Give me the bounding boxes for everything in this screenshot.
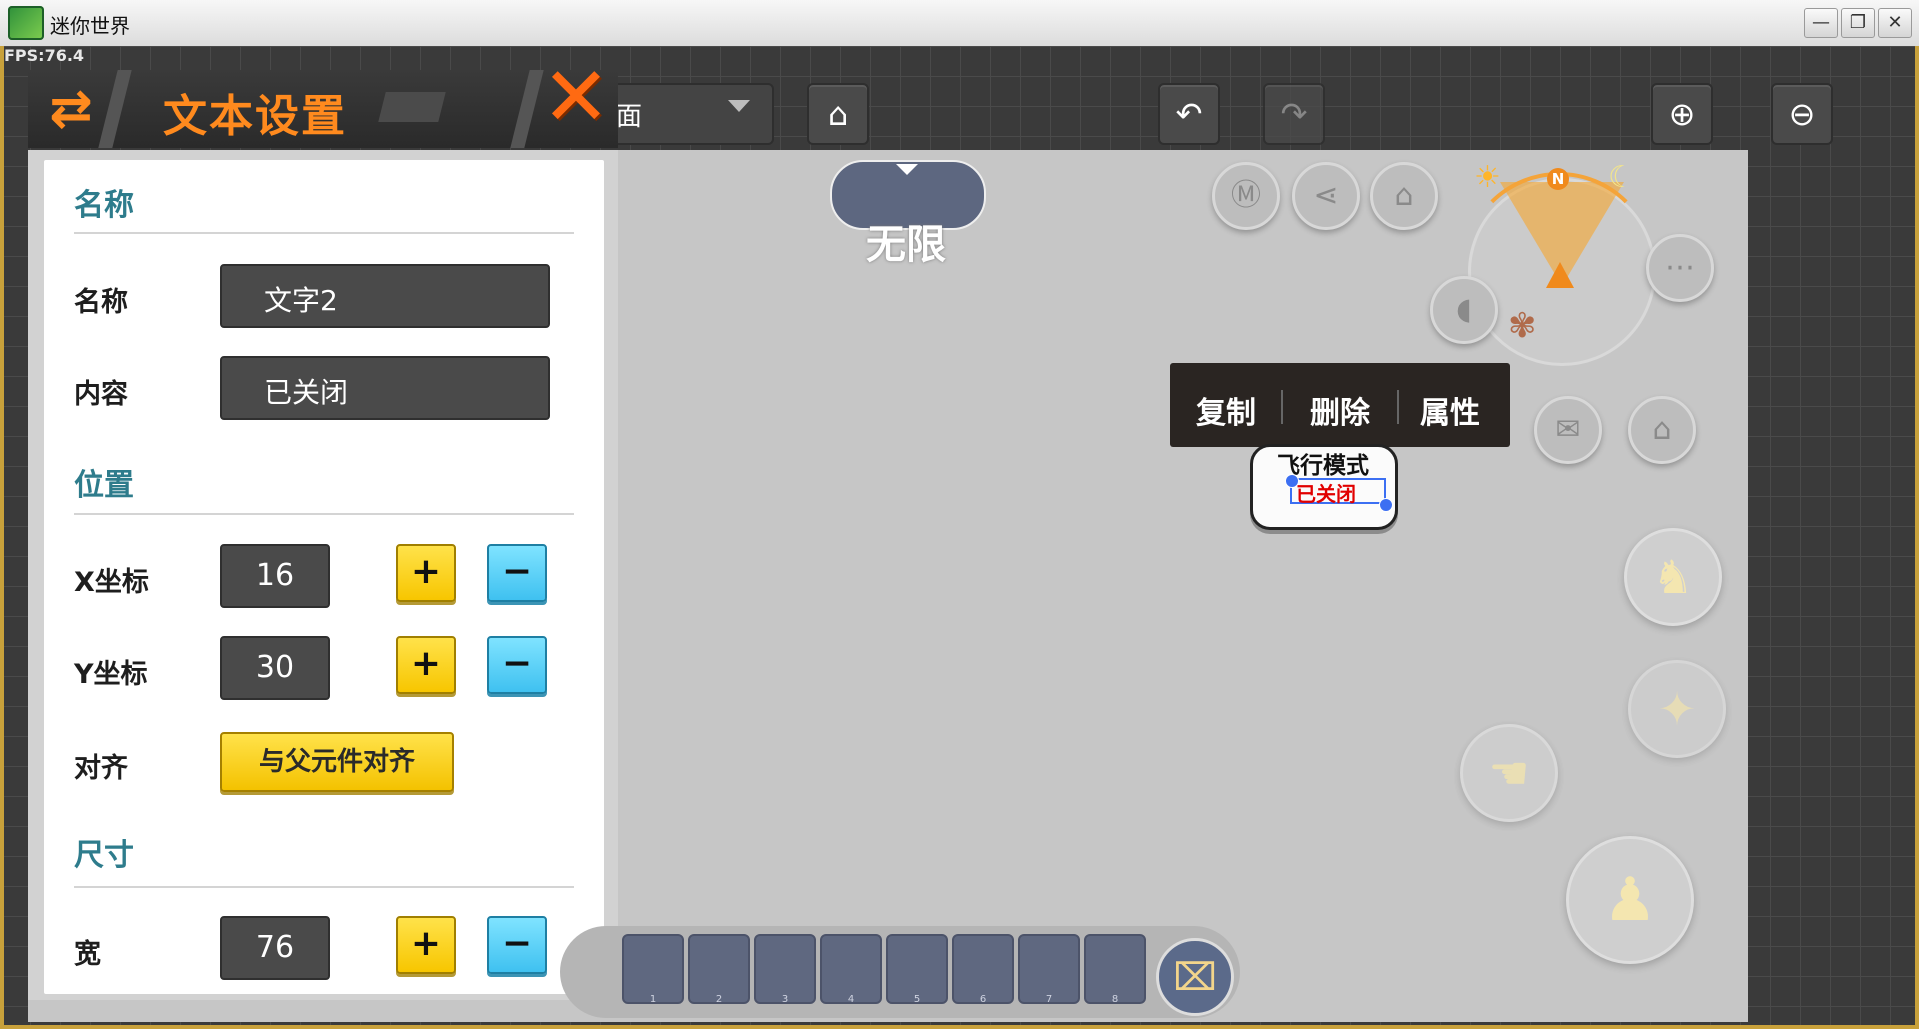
- zoom-out-button[interactable]: ⊖: [1771, 83, 1833, 145]
- section-divider: [74, 886, 574, 888]
- run-icon[interactable]: ✦: [1628, 660, 1726, 758]
- align-to-parent-button[interactable]: 与父元件对齐: [220, 732, 454, 792]
- slot-number: 2: [715, 994, 723, 1005]
- restore-button[interactable]: ❐: [1841, 8, 1875, 38]
- content-field-value: 已关闭: [264, 376, 349, 409]
- name-field-value: 文字2: [264, 284, 338, 317]
- hand-icon[interactable]: ☚: [1460, 724, 1558, 822]
- copy-menu-item[interactable]: 复制: [1196, 388, 1256, 432]
- mount-icon[interactable]: ♞: [1624, 528, 1722, 626]
- slot-number: 6: [979, 994, 987, 1005]
- shop-icon[interactable]: Ⓜ: [1212, 162, 1280, 230]
- menu-separator: [1281, 390, 1283, 424]
- section-title-size: 尺寸: [74, 838, 134, 873]
- speaker-icon[interactable]: ◖: [1430, 276, 1498, 344]
- align-label: 对齐: [74, 753, 128, 784]
- slot-number: 3: [781, 994, 789, 1005]
- y-field-value: 30: [255, 650, 295, 685]
- zoom-out-icon: ⊖: [1788, 95, 1816, 133]
- width-decrement-button[interactable]: −: [487, 916, 547, 974]
- book-icon: ⌂: [827, 95, 849, 133]
- x-increment-button[interactable]: +: [396, 544, 456, 602]
- house-icon[interactable]: ⌂: [1628, 396, 1696, 464]
- x-label: X坐标: [74, 567, 149, 598]
- pet-icon[interactable]: ✾: [1508, 306, 1537, 346]
- y-decrement-button[interactable]: −: [487, 636, 547, 694]
- slot-number: 7: [1045, 994, 1053, 1005]
- width-field-value: 76: [255, 930, 295, 965]
- properties-menu-item[interactable]: 属性: [1420, 388, 1480, 432]
- slot-number: 4: [847, 994, 855, 1005]
- close-window-button[interactable]: ✕: [1878, 8, 1912, 38]
- player-arrow-icon: [1546, 262, 1574, 288]
- x-decrement-button[interactable]: −: [487, 544, 547, 602]
- swap-icon[interactable]: ⇄: [36, 74, 106, 144]
- width-label: 宽: [74, 939, 101, 970]
- section-title-position: 位置: [74, 468, 134, 503]
- x-field-value: 16: [255, 558, 295, 593]
- window-border: [0, 1025, 1919, 1029]
- close-panel-button[interactable]: ✕: [536, 57, 616, 139]
- menu-separator: [1397, 390, 1399, 424]
- home-icon[interactable]: ⌂: [1370, 162, 1438, 230]
- name-label: 名称: [74, 287, 128, 318]
- moon-icon: ☾: [1608, 160, 1635, 195]
- backpack-icon[interactable]: ⌧: [1156, 938, 1234, 1016]
- delete-menu-item[interactable]: 删除: [1310, 388, 1370, 432]
- section-divider: [74, 232, 574, 234]
- zoom-in-icon: ⊕: [1668, 95, 1696, 133]
- library-button[interactable]: ⌂: [807, 83, 869, 145]
- zoom-in-button[interactable]: ⊕: [1651, 83, 1713, 145]
- chat-icon[interactable]: ✉: [1534, 396, 1602, 464]
- panel-title: 文本设置: [163, 91, 347, 142]
- jump-icon[interactable]: ♟: [1566, 836, 1694, 964]
- fps-counter: FPS:76.4: [4, 46, 85, 65]
- minimize-button[interactable]: —: [1804, 8, 1838, 38]
- resize-handle[interactable]: [1285, 474, 1299, 488]
- undo-icon: ↶: [1175, 95, 1203, 133]
- share-icon[interactable]: ⋖: [1292, 162, 1360, 230]
- redo-button[interactable]: ↷: [1263, 83, 1325, 145]
- layer-dropdown-value: 面: [616, 102, 643, 132]
- header-decoration: [378, 92, 446, 122]
- section-divider: [74, 513, 574, 515]
- window-titlebar: [0, 0, 1919, 47]
- slot-number: 1: [649, 994, 657, 1005]
- window-border: [0, 46, 4, 1029]
- app-logo-icon: [8, 6, 44, 40]
- window-title: 迷你世界: [50, 14, 130, 38]
- chevron-down-icon: [728, 100, 750, 112]
- north-marker: N: [1547, 168, 1569, 190]
- slot-number: 8: [1111, 994, 1119, 1005]
- window-border: [1915, 46, 1919, 1029]
- more-icon[interactable]: ⋯: [1646, 234, 1714, 302]
- undo-button[interactable]: ↶: [1158, 83, 1220, 145]
- mode-text: 无限: [866, 222, 946, 268]
- widget-text-value: 已关闭: [1296, 482, 1356, 506]
- width-increment-button[interactable]: +: [396, 916, 456, 974]
- redo-icon: ↷: [1280, 95, 1308, 133]
- section-title-name: 名称: [74, 188, 134, 223]
- content-label: 内容: [74, 379, 128, 410]
- y-increment-button[interactable]: +: [396, 636, 456, 694]
- sun-icon: ☀: [1474, 160, 1501, 195]
- y-label: Y坐标: [74, 659, 148, 690]
- slot-number: 5: [913, 994, 921, 1005]
- chevron-down-icon: [896, 164, 918, 175]
- resize-handle[interactable]: [1379, 498, 1393, 512]
